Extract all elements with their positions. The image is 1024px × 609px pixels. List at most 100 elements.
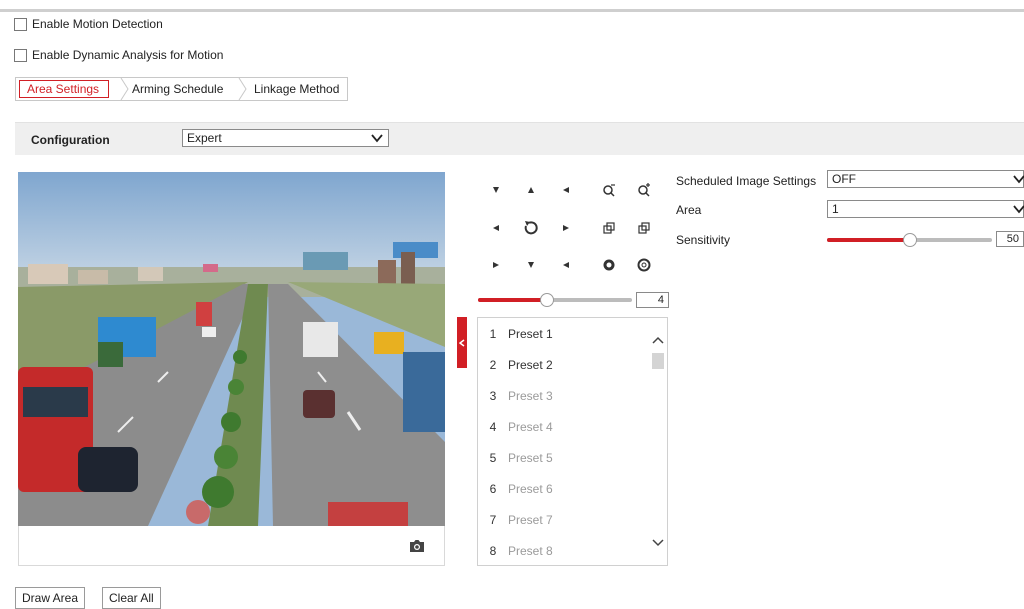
ptz-down-left-button[interactable]: [479, 251, 512, 279]
arrow-right-icon: [562, 225, 569, 231]
arrow-up-right-icon: [562, 187, 569, 193]
preset-name: Preset 3: [508, 388, 553, 403]
focus-near-icon: [602, 222, 615, 234]
preset-name: Preset 4: [508, 419, 553, 434]
preset-number: 4: [489, 419, 497, 434]
preset-number: 3: [489, 388, 497, 403]
enable-motion-detection-row[interactable]: Enable Motion Detection: [14, 17, 163, 31]
sensitivity-slider-thumb[interactable]: [903, 233, 917, 247]
chevron-down-icon: [1013, 175, 1024, 184]
scheduled-image-settings-value: OFF: [832, 172, 856, 186]
scrollbar-thumb[interactable]: [652, 353, 664, 369]
video-toolbar: [18, 526, 445, 566]
ptz-right-button[interactable]: [549, 214, 582, 242]
chevron-down-icon: [1013, 205, 1024, 214]
ptz-speed-value[interactable]: 4: [636, 292, 669, 308]
scheduled-image-settings-select[interactable]: OFF: [827, 170, 1024, 188]
tab-separator: [120, 78, 129, 100]
tab-separator: [238, 78, 247, 100]
arrow-down-right-icon: [562, 262, 569, 268]
ptz-speed-slider-fill: [478, 298, 547, 302]
arrow-up-left-icon: [492, 187, 499, 193]
area-value: 1: [832, 202, 839, 216]
sensitivity-slider-fill: [827, 238, 910, 242]
preset-name: Preset 1: [508, 326, 553, 341]
preset-name: Preset 7: [508, 512, 553, 527]
preset-name: Preset 8: [508, 543, 553, 558]
configuration-select[interactable]: Expert: [182, 129, 389, 147]
draw-area-button[interactable]: Draw Area: [15, 587, 86, 609]
collapse-panel-button[interactable]: [457, 317, 467, 368]
preset-number: 6: [489, 481, 497, 496]
enable-dynamic-analysis-row[interactable]: Enable Dynamic Analysis for Motion: [14, 48, 223, 62]
tab-linkage-method[interactable]: Linkage Method: [254, 78, 339, 100]
arrow-left-icon: [492, 225, 499, 231]
preset-list: 1 Preset 1 2 Preset 2 3 Preset 3 4 Prese…: [477, 317, 668, 566]
preset-row[interactable]: 5 Preset 5: [478, 442, 650, 473]
preset-row[interactable]: 8 Preset 8: [478, 535, 650, 566]
preset-number: 8: [489, 543, 497, 558]
preset-row[interactable]: 3 Preset 3: [478, 380, 650, 411]
iris-open-button[interactable]: [592, 251, 625, 279]
area-label: Area: [676, 203, 702, 217]
preset-row[interactable]: 7 Preset 7: [478, 504, 650, 535]
configuration-label: Configuration: [31, 133, 110, 147]
preset-row[interactable]: 4 Preset 4: [478, 411, 650, 442]
scroll-up-icon[interactable]: [652, 336, 664, 344]
arrow-down-icon: [527, 262, 534, 268]
tab-area-settings[interactable]: Area Settings: [27, 78, 99, 100]
focus-far-icon: [637, 222, 650, 234]
scheduled-image-settings-label: Scheduled Image Settings: [676, 174, 817, 188]
zoom-in-icon: [637, 183, 650, 197]
ptz-up-right-button[interactable]: [549, 176, 582, 204]
clear-all-button[interactable]: Clear All: [102, 587, 161, 609]
tab-bar: Area Settings Arming Schedule Linkage Me…: [15, 77, 348, 101]
live-video-view[interactable]: [18, 172, 445, 526]
enable-dynamic-analysis-checkbox[interactable]: [14, 48, 27, 62]
auto-rotate-icon: [524, 221, 538, 235]
top-divider: [0, 9, 1024, 12]
sensitivity-value[interactable]: 50: [996, 231, 1024, 247]
scroll-down-icon[interactable]: [652, 539, 664, 547]
preset-number: 1: [489, 326, 497, 341]
camera-capture-icon[interactable]: [409, 539, 425, 553]
preset-number: 5: [489, 450, 497, 465]
area-select[interactable]: 1: [827, 200, 1024, 218]
iris-close-icon: [637, 258, 650, 272]
focus-near-button[interactable]: [592, 214, 625, 242]
arrow-up-icon: [527, 187, 534, 193]
focus-far-button[interactable]: [627, 214, 660, 242]
ptz-speed-slider-thumb[interactable]: [540, 293, 554, 307]
ptz-auto-button[interactable]: [514, 214, 547, 242]
ptz-left-button[interactable]: [479, 214, 512, 242]
preset-name: Preset 6: [508, 481, 553, 496]
tab-arming-schedule[interactable]: Arming Schedule: [132, 78, 223, 100]
enable-motion-detection-label: Enable Motion Detection: [32, 17, 163, 31]
iris-open-icon: [603, 259, 614, 271]
preset-row[interactable]: 2 Preset 2: [478, 349, 650, 380]
zoom-in-button[interactable]: [627, 176, 660, 204]
iris-close-button[interactable]: [627, 251, 660, 279]
enable-motion-detection-checkbox[interactable]: [14, 17, 27, 31]
preset-number: 2: [489, 357, 497, 372]
ptz-down-button[interactable]: [514, 251, 547, 279]
preset-name: Preset 2: [508, 357, 553, 372]
ptz-up-button[interactable]: [514, 176, 547, 204]
zoom-out-button[interactable]: [592, 176, 625, 204]
preset-row[interactable]: 1 Preset 1: [478, 318, 650, 349]
preset-row[interactable]: 6 Preset 6: [478, 473, 650, 504]
highway-camera-image: [18, 172, 445, 526]
chevron-left-icon: [459, 338, 465, 347]
preset-name: Preset 5: [508, 450, 553, 465]
ptz-down-right-button[interactable]: [549, 251, 582, 279]
chevron-down-icon: [371, 134, 383, 143]
enable-dynamic-analysis-label: Enable Dynamic Analysis for Motion: [32, 48, 224, 62]
preset-scrollbar[interactable]: [649, 318, 667, 565]
preset-number: 7: [489, 512, 497, 527]
sensitivity-label: Sensitivity: [676, 233, 731, 247]
zoom-out-icon: [602, 184, 615, 197]
configuration-bar: Configuration Expert: [15, 122, 1024, 155]
configuration-value: Expert: [187, 131, 222, 145]
ptz-up-left-button[interactable]: [479, 176, 512, 204]
arrow-down-left-icon: [492, 262, 499, 268]
